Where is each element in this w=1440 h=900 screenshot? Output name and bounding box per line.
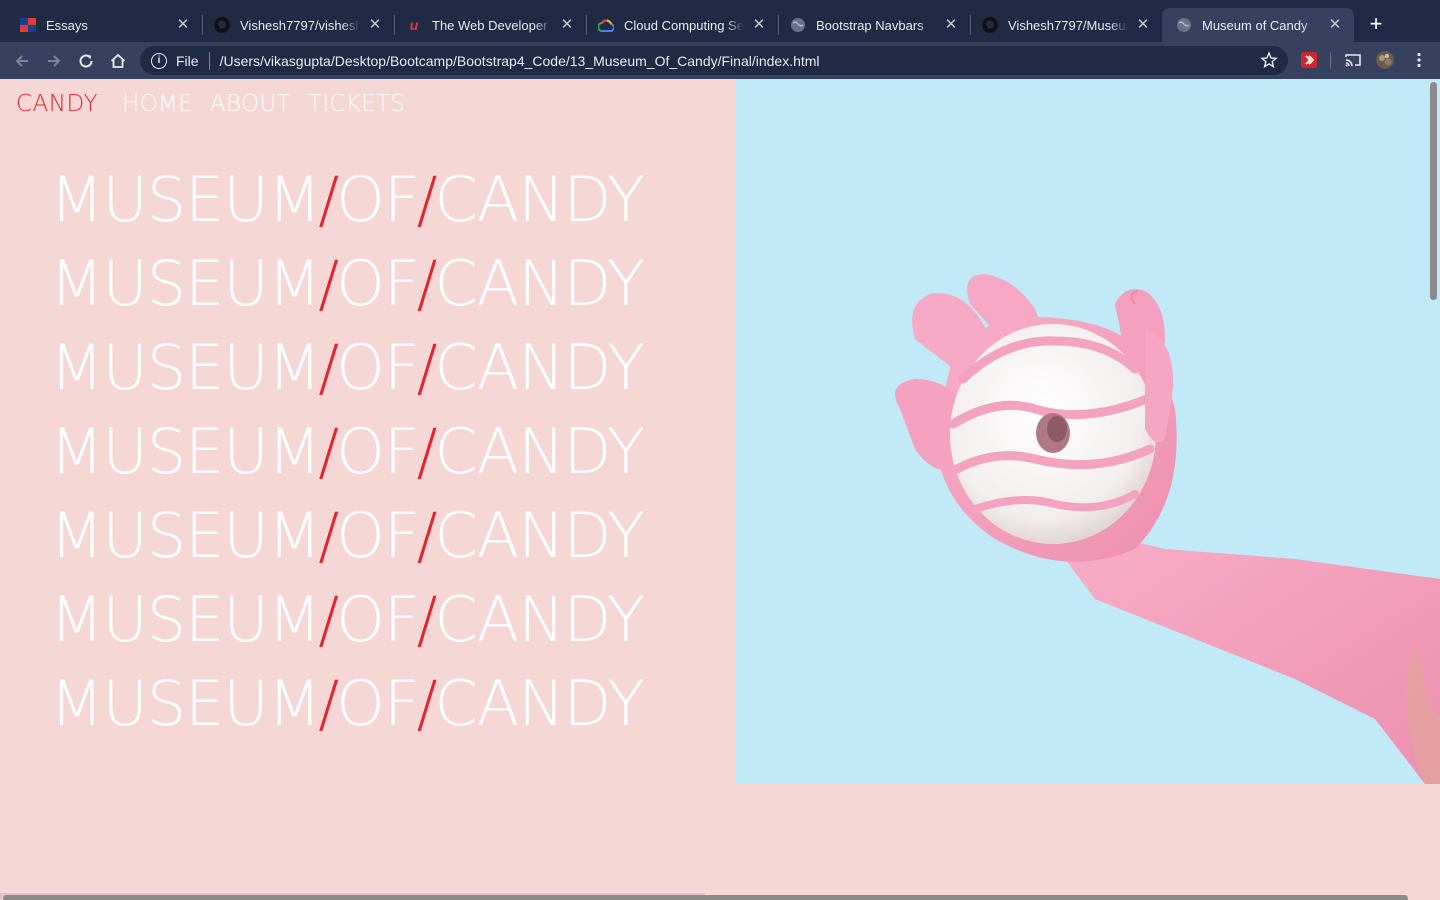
close-tab-icon[interactable]: ✕ <box>752 17 766 32</box>
hero-title-line: MUSEUM / OF / CANDY <box>50 661 645 745</box>
tab-title: Essays <box>46 17 88 33</box>
tab-title: Cloud Computing Services <box>624 17 744 33</box>
hero-title-word: CANDY <box>434 498 645 572</box>
horizontal-scrollbar-thumb[interactable] <box>3 895 1408 900</box>
address-bar[interactable]: i File /Users/vikasgupta/Desktop/Bootcam… <box>140 46 1288 75</box>
url-text[interactable]: /Users/vikasgupta/Desktop/Bootcamp/Boots… <box>220 53 820 69</box>
hero-title-word: MUSEUM <box>50 246 321 320</box>
more-menu-icon[interactable] <box>1410 51 1428 69</box>
bookmark-star-icon[interactable] <box>1260 51 1278 69</box>
browser-toolbar: i File /Users/vikasgupta/Desktop/Bootcam… <box>0 42 1440 79</box>
hero-title-word: CANDY <box>434 414 645 488</box>
hero-title-word: CANDY <box>434 330 645 404</box>
hero-title-word: MUSEUM <box>50 162 321 236</box>
url-scheme-label: File <box>176 52 199 69</box>
tab-title: Museum of Candy <box>1202 17 1308 33</box>
tab-essays[interactable]: Essays ✕ <box>6 8 202 42</box>
nav-link-about[interactable]: ABOUT <box>210 91 291 117</box>
hero-title-word: OF <box>336 498 419 572</box>
vertical-scrollbar[interactable] <box>1428 79 1440 900</box>
hero-title-line: MUSEUM / OF / CANDY <box>50 493 645 577</box>
hero-title-word: OF <box>336 162 419 236</box>
tab-web-developer-bootcamp[interactable]: u The Web Developer Bootcamp ✕ <box>392 8 586 42</box>
browser-tab-strip: Essays ✕ Vishesh7797/vishesh7797 ✕ u The… <box>0 0 1440 42</box>
close-tab-icon[interactable]: ✕ <box>1328 17 1342 32</box>
horizontal-scrollbar[interactable] <box>0 888 1440 900</box>
page-viewport: CANDY HOME ABOUT TICKETS MUSEUM / OF / CANDY… <box>0 79 1440 900</box>
nav-link-tickets[interactable]: TICKETS <box>308 91 405 117</box>
hero-title-word: OF <box>336 582 419 656</box>
hero-title-word: MUSEUM <box>50 330 321 404</box>
hero-title-word: MUSEUM <box>50 414 321 488</box>
flag-icon <box>20 17 36 33</box>
tab-title: Bootstrap Navbars <box>816 17 924 33</box>
hero-image <box>735 79 1440 784</box>
hero-title-line: MUSEUM / OF / CANDY <box>50 325 645 409</box>
hero-title-word: CANDY <box>434 582 645 656</box>
back-arrow-icon[interactable] <box>11 50 33 72</box>
toolbar-divider <box>1330 52 1331 69</box>
cast-icon[interactable] <box>1344 51 1362 69</box>
tab-github-vishesh7797[interactable]: Vishesh7797/vishesh7797 ✕ <box>200 8 394 42</box>
nav-link-home[interactable]: HOME <box>122 91 193 117</box>
hero-title-word: OF <box>336 414 419 488</box>
hero-title-block: MUSEUM / OF / CANDY MUSEUM / OF / CANDY MUSEUM / OF /… <box>50 157 645 745</box>
google-cloud-icon <box>598 17 614 33</box>
close-tab-icon[interactable]: ✕ <box>1136 17 1150 32</box>
tab-cloud-computing[interactable]: Cloud Computing Services ✕ <box>584 8 778 42</box>
new-tab-plus-icon[interactable]: + <box>1365 13 1387 35</box>
hero-title-line: MUSEUM / OF / CANDY <box>50 577 645 661</box>
navbar: CANDY HOME ABOUT TICKETS <box>16 91 422 117</box>
gloved-hand-holding-donut-image <box>895 274 1440 784</box>
tab-title: Vishesh7797/vishesh7797 <box>240 17 360 33</box>
hero-title-word: OF <box>336 330 419 404</box>
hero-title-word: CANDY <box>434 162 645 236</box>
tab-museum-of-candy[interactable]: Museum of Candy ✕ <box>1162 8 1354 42</box>
tab-title: Vishesh7797/Museum-of-Candy <box>1008 17 1128 33</box>
home-icon[interactable] <box>107 50 129 72</box>
hero-title-line: MUSEUM / OF / CANDY <box>50 157 645 241</box>
tab-github-museum-of-candy[interactable]: Vishesh7797/Museum-of-Candy ✕ <box>968 8 1162 42</box>
close-tab-icon[interactable]: ✕ <box>944 17 958 32</box>
address-divider <box>208 51 210 70</box>
extension-icon[interactable] <box>1300 51 1318 69</box>
github-icon <box>214 17 230 33</box>
tab-bootstrap-navbars[interactable]: Bootstrap Navbars ✕ <box>776 8 970 42</box>
hero-title-word: MUSEUM <box>50 582 321 656</box>
udemy-icon: u <box>409 17 419 33</box>
navbar-brand[interactable]: CANDY <box>16 91 98 117</box>
reload-icon[interactable] <box>75 50 97 72</box>
close-tab-icon[interactable]: ✕ <box>368 17 382 32</box>
hero-title-word: CANDY <box>434 666 645 740</box>
profile-avatar[interactable] <box>1376 51 1394 69</box>
info-icon[interactable]: i <box>151 52 167 69</box>
hero-title-word: OF <box>336 246 419 320</box>
hero-title-word: OF <box>336 666 419 740</box>
globe-icon <box>1176 17 1192 33</box>
close-tab-icon[interactable]: ✕ <box>560 17 574 32</box>
vertical-scrollbar-thumb[interactable] <box>1430 82 1437 300</box>
hero-title-line: MUSEUM / OF / CANDY <box>50 409 645 493</box>
hero-title-line: MUSEUM / OF / CANDY <box>50 241 645 325</box>
hero-title-word: MUSEUM <box>50 498 321 572</box>
tab-title: The Web Developer Bootcamp <box>432 17 552 33</box>
hero-title-word: MUSEUM <box>50 666 321 740</box>
github-icon <box>982 17 998 33</box>
forward-arrow-icon[interactable] <box>43 50 65 72</box>
hero-title-word: CANDY <box>434 246 645 320</box>
globe-icon <box>790 17 806 33</box>
close-tab-icon[interactable]: ✕ <box>176 17 190 32</box>
